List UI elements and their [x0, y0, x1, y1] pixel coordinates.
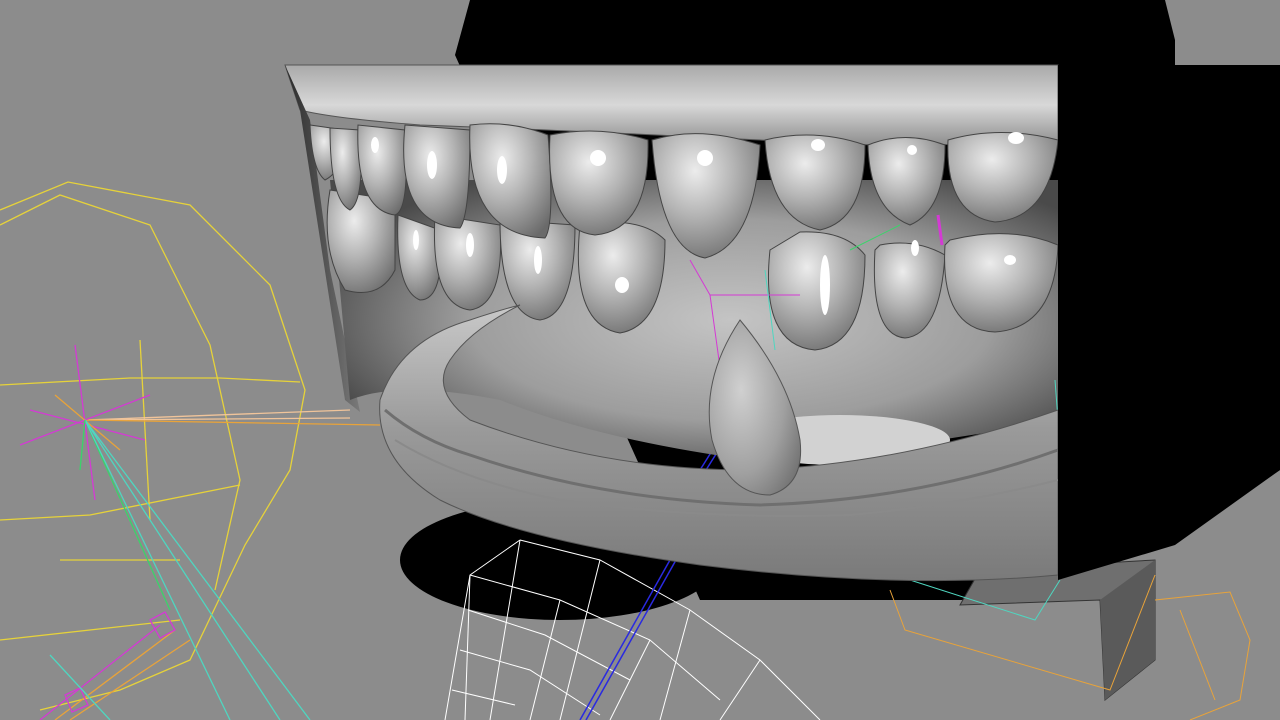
3d-viewport[interactable]	[0, 0, 1280, 720]
viewport-canvas[interactable]	[0, 0, 1280, 720]
jaw-box-geo	[959, 559, 1156, 702]
right-black-slab	[1058, 65, 1280, 580]
ik-handles-left	[19, 344, 381, 720]
